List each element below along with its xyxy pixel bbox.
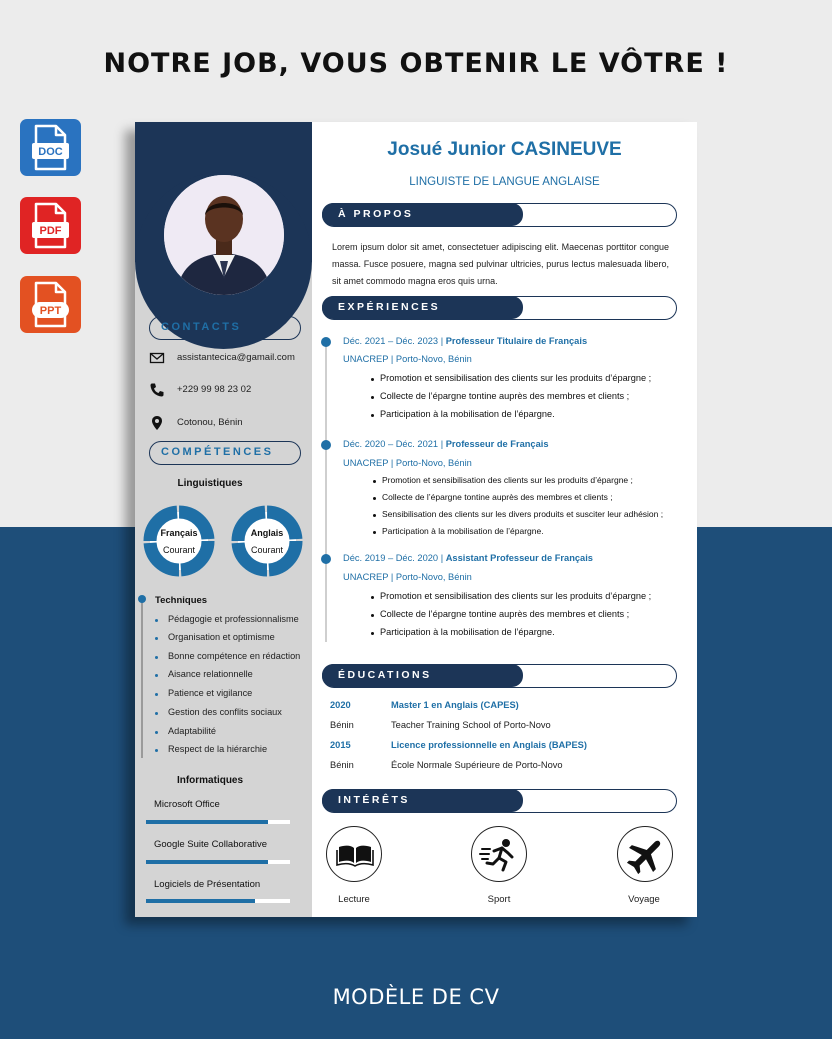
education-degree: Licence professionnelle en Anglais (BAPE…	[391, 740, 587, 750]
software-label: Logiciels de Présentation	[154, 879, 261, 890]
education-city: Bénin	[330, 760, 354, 770]
about-heading: À PROPOS	[322, 203, 523, 226]
experience-org: UNACREP | Porto-Novo, Bénin	[343, 572, 472, 582]
airplane-icon	[617, 826, 673, 882]
software-level-fill	[146, 860, 269, 864]
interest-label: Lecture	[338, 894, 370, 905]
contact-phone: +229 99 98 23 02	[149, 382, 309, 398]
experience-header: Déc. 2020 – Déc. 2021 | Professeur de Fr…	[343, 439, 549, 449]
education-school: Teacher Training School of Porto-Novo	[391, 720, 551, 730]
education-heading: ÉDUCATIONS	[322, 664, 523, 687]
interests-section-bar: INTÉRÊTS	[322, 789, 677, 813]
experience-timeline-dot	[321, 440, 331, 450]
education-school: École Normale Supérieure de Porto-Novo	[391, 760, 563, 770]
skills-heading: COMPÉTENCES	[149, 441, 301, 465]
ppt-file-icon: PPT	[20, 276, 81, 333]
headline: NOTRE JOB, VOUS OBTENIR LE VÔTRE !	[103, 48, 729, 79]
cv-document: CONTACTS assistantecica@gamail.com +229 …	[135, 122, 697, 917]
doc-file-icon: DOC	[20, 119, 81, 176]
experience-timeline-dot	[321, 554, 331, 564]
education-city: Bénin	[330, 720, 354, 730]
it-heading: Informatiques	[176, 775, 244, 786]
software-label: Google Suite Collaborative	[154, 839, 268, 850]
experience-timeline-dot	[321, 337, 331, 347]
education-year: 2015	[330, 740, 351, 750]
interest-label: Sport	[487, 894, 511, 905]
experience-org: UNACREP | Porto-Novo, Bénin	[343, 458, 472, 468]
education-section-bar: ÉDUCATIONS	[322, 664, 677, 688]
linguistic-heading: Linguistiques	[177, 478, 243, 489]
software-label: Microsoft Office	[154, 799, 220, 810]
contact-email: assistantecica@gamail.com	[149, 350, 309, 366]
education-degree: Master 1 en Anglais (CAPES)	[391, 700, 519, 710]
experience-section-bar: EXPÉRIENCES	[322, 296, 677, 320]
english-level: Courant	[250, 545, 284, 555]
experience-timeline-line	[325, 342, 327, 642]
experience-header: Déc. 2019 – Déc. 2020 | Assistant Profes…	[343, 553, 593, 563]
language-donut-french	[143, 505, 215, 577]
technical-timeline-line	[141, 598, 143, 758]
software-level-fill	[146, 820, 269, 824]
interests-heading: INTÉRÊTS	[322, 789, 523, 812]
location-pin-icon	[149, 415, 165, 431]
language-donut-english	[231, 505, 303, 577]
contact-address: Cotonou, Bénin	[149, 415, 309, 431]
candidate-name: Josué Junior CASINEUVE	[387, 139, 622, 160]
english-name: Anglais	[250, 528, 284, 538]
french-level: Courant	[162, 545, 196, 555]
runner-icon	[471, 826, 527, 882]
software-level-bar	[146, 860, 290, 864]
book-icon	[326, 826, 382, 882]
profile-photo	[164, 175, 284, 295]
experience-header: Déc. 2021 – Déc. 2023 | Professeur Titul…	[343, 336, 588, 346]
doc-label: DOC	[38, 146, 63, 158]
technical-timeline-dot	[138, 595, 146, 603]
address-text: Cotonou, Bénin	[177, 417, 243, 428]
interest-label: Voyage	[628, 894, 660, 905]
candidate-title: LINGUISTE DE LANGUE ANGLAISE	[409, 176, 600, 188]
envelope-icon	[149, 350, 165, 366]
about-section-bar: À PROPOS	[322, 203, 677, 227]
experience-heading: EXPÉRIENCES	[322, 296, 523, 319]
technical-heading: Techniques	[155, 595, 208, 606]
pdf-label: PDF	[40, 225, 62, 237]
software-level-bar	[146, 820, 290, 824]
french-name: Français	[160, 528, 198, 538]
pdf-file-icon: PDF	[20, 197, 81, 254]
contacts-heading: CONTACTS	[149, 316, 301, 340]
phone-text: +229 99 98 23 02	[177, 384, 252, 395]
email-text: assistantecica@gamail.com	[177, 352, 295, 363]
experience-org: UNACREP | Porto-Novo, Bénin	[343, 354, 472, 364]
education-year: 2020	[330, 700, 351, 710]
software-level-fill	[146, 899, 256, 903]
ppt-label: PPT	[40, 305, 62, 317]
software-level-bar	[146, 899, 290, 903]
footer-title: MODÈLE DE CV	[332, 985, 500, 1009]
phone-icon	[149, 382, 165, 398]
about-text: Lorem ipsum dolor sit amet, consectetuer…	[332, 242, 669, 286]
